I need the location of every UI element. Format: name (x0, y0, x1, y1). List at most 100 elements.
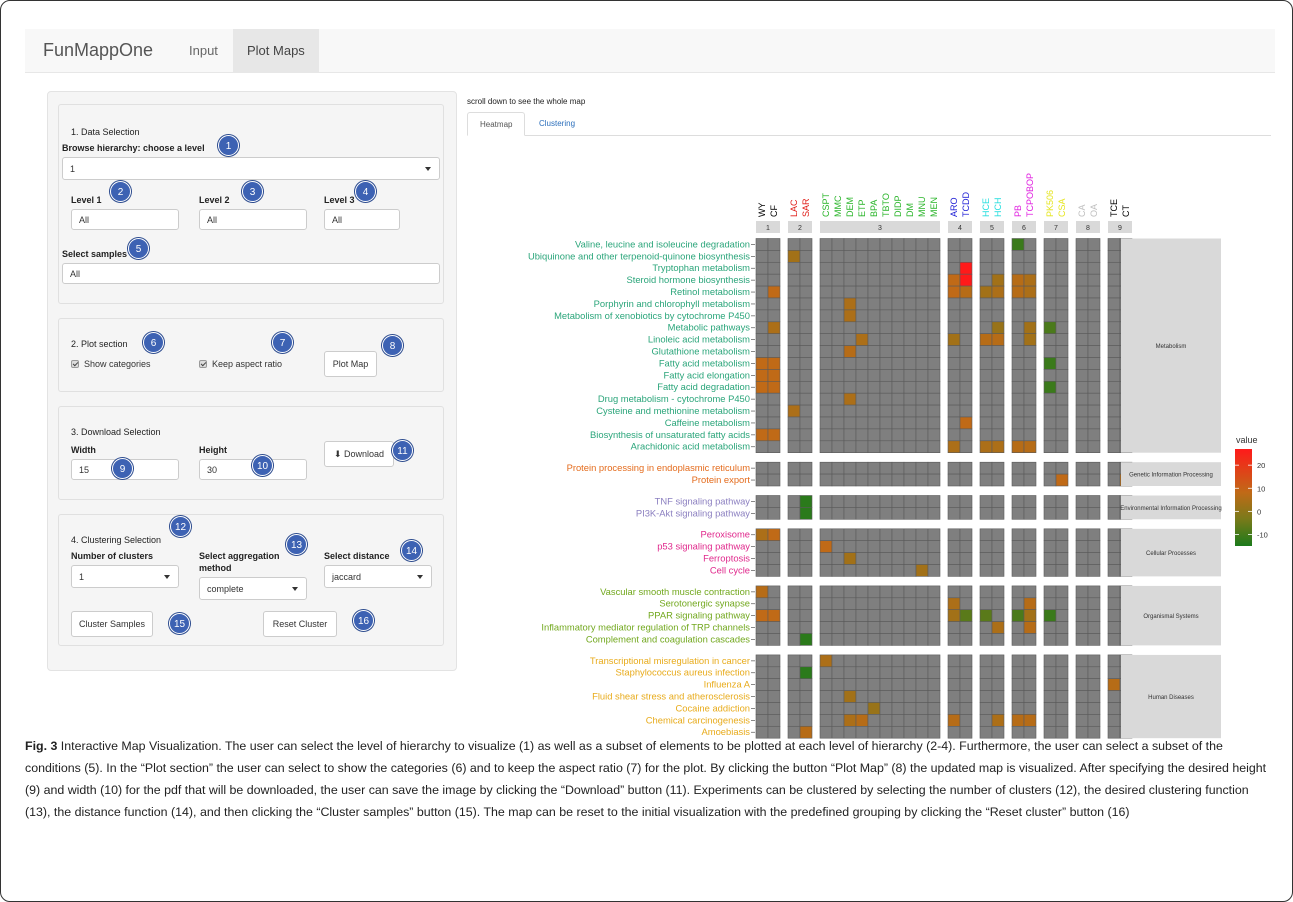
heatmap-cell (959, 609, 973, 622)
heatmap-cell (867, 416, 881, 430)
hierarchy-select[interactable]: 1 (62, 157, 440, 180)
column-label: HCE (981, 198, 991, 217)
distance-select[interactable]: jaccard (324, 565, 432, 588)
heatmap-cell (1107, 564, 1121, 577)
heatmap-cell (979, 597, 993, 610)
heatmap-cell (927, 238, 941, 251)
nav-tab-input[interactable]: Input (175, 29, 232, 73)
heatmap-cell (1087, 678, 1101, 691)
heatmap-cell (1043, 597, 1057, 610)
heatmap-cell (843, 666, 857, 679)
heatmap-cell (799, 528, 813, 541)
annotation-badge: 4 (355, 181, 376, 202)
row-category-strip (1121, 528, 1221, 577)
heatmap-cell (991, 495, 1005, 508)
heatmap-cell (843, 285, 857, 299)
heatmap-cell (1043, 250, 1057, 263)
heatmap-cell (959, 285, 973, 299)
heatmap-cell (947, 250, 961, 263)
annotation-badge: 10 (252, 455, 273, 476)
heatmap-cell (1023, 261, 1037, 275)
heatmap-cell (947, 273, 961, 287)
heatmap-cell (755, 507, 769, 520)
level1-input[interactable]: All (71, 209, 179, 230)
row-label: Metabolism of xenobiotics by cytochrome … (554, 310, 750, 321)
heatmap-cell (867, 714, 881, 727)
heatmap-cell (1023, 714, 1037, 727)
tab-heatmap[interactable]: Heatmap (467, 112, 526, 136)
heatmap-cell (927, 250, 941, 263)
heatmap-cell (1055, 416, 1069, 430)
heatmap-cell (1043, 690, 1057, 703)
heatmap-cell (1011, 495, 1025, 508)
heatmap-cell (959, 238, 973, 251)
samples-input[interactable]: All (62, 263, 440, 284)
heatmap-cell (819, 428, 833, 442)
row-label: Fluid shear stress and atherosclerosis (592, 691, 750, 702)
aggregation-select[interactable]: complete (199, 577, 307, 600)
heatmap-cell (1107, 621, 1121, 634)
heatmap-cell (1075, 321, 1089, 334)
heatmap-cell (947, 507, 961, 520)
level3-input[interactable]: All (324, 209, 400, 230)
heatmap-cell (843, 404, 857, 418)
heatmap-cell (1011, 440, 1025, 453)
heatmap-cell (1055, 428, 1069, 442)
heatmap-cell (755, 416, 769, 430)
column-label: DM (905, 203, 915, 217)
heatmap-cell (867, 702, 881, 715)
heatmap-cell (843, 528, 857, 541)
heatmap-cell (1119, 440, 1133, 453)
show-categories-checkbox[interactable]: Show categories (71, 359, 151, 369)
heatmap-cell (1011, 428, 1025, 442)
heatmap-cell (1107, 392, 1121, 406)
keep-aspect-checkbox[interactable]: Keep aspect ratio (199, 359, 282, 369)
row-category-label: Metabolism (1156, 344, 1187, 350)
heatmap-cell (1023, 507, 1037, 520)
heatmap-cell (947, 654, 961, 668)
heatmap-cell (1087, 250, 1101, 263)
heatmap-cell (867, 250, 881, 263)
heatmap-cell (843, 654, 857, 668)
heatmap-cell (843, 333, 857, 346)
heatmap-cell (1043, 585, 1057, 599)
cluster-samples-button[interactable]: Cluster Samples (71, 611, 153, 637)
column-group-strip (820, 221, 940, 233)
heatmap-cell (1023, 321, 1037, 334)
nclusters-select[interactable]: 1 (71, 565, 179, 588)
heatmap-cell (879, 714, 893, 727)
tab-clustering[interactable]: Clustering (527, 112, 587, 136)
heatmap-cell (1023, 585, 1037, 599)
heatmap-cell (843, 473, 857, 487)
heatmap-cell (959, 714, 973, 727)
heatmap-cell (787, 250, 801, 263)
heatmap-cell (787, 321, 801, 334)
heatmap-cell (1011, 714, 1025, 727)
heatmap-cell (787, 609, 801, 622)
heatmap-cell (1023, 250, 1037, 263)
reset-cluster-button[interactable]: Reset Cluster (263, 611, 337, 637)
heatmap-cell (843, 678, 857, 691)
heatmap-cell (879, 416, 893, 430)
heatmap-cell (927, 495, 941, 508)
plot-map-button[interactable]: Plot Map (324, 351, 377, 377)
heatmap-cell (903, 440, 917, 453)
heatmap-cell (1011, 585, 1025, 599)
heatmap-cell (799, 564, 813, 577)
heatmap-cell (891, 528, 905, 541)
heatmap-cell (1043, 345, 1057, 358)
heatmap-cell (843, 345, 857, 358)
heatmap-cell (767, 552, 781, 565)
nav-tab-plot-maps[interactable]: Plot Maps (233, 29, 319, 73)
heatmap-cell (1075, 273, 1089, 287)
app-brand[interactable]: FunMappOne (43, 40, 153, 61)
heatmap-cell (891, 416, 905, 430)
heatmap-cell (1075, 297, 1089, 311)
row-category-label: Organismal Systems (1143, 614, 1198, 620)
row-label: Metabolic pathways (668, 322, 751, 333)
download-button[interactable]: ⬇ Download (324, 441, 394, 467)
heatmap-cell (767, 309, 781, 323)
level2-input[interactable]: All (199, 209, 307, 230)
heatmap-cell (927, 473, 941, 487)
column-group-label: 9 (1118, 225, 1122, 232)
